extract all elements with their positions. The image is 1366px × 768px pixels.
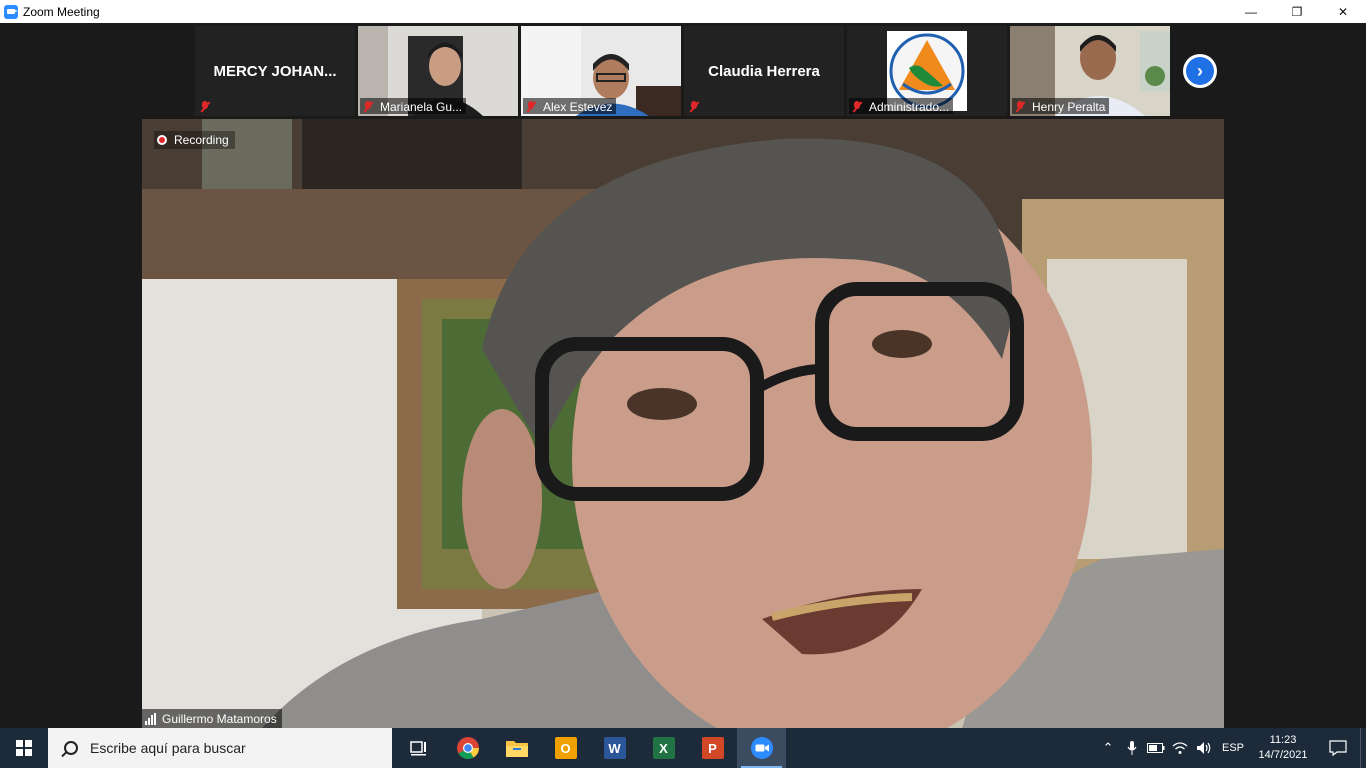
- mic-muted-icon: [688, 100, 700, 113]
- powerpoint-button[interactable]: P: [688, 728, 737, 768]
- outlook-icon: O: [554, 737, 577, 759]
- recording-icon: [157, 135, 167, 145]
- clock-time: 11:23: [1269, 734, 1297, 746]
- participant-label: Marianela Gu...: [360, 98, 467, 114]
- task-view-icon: [409, 741, 426, 756]
- microphone-icon[interactable]: [1120, 740, 1144, 756]
- window-title: Zoom Meeting: [23, 4, 100, 19]
- wifi-icon[interactable]: [1168, 741, 1192, 755]
- participant-label: [686, 98, 710, 114]
- speaker-video-frame: [142, 119, 1224, 728]
- show-hidden-icons-icon[interactable]: ⌃: [1096, 740, 1120, 756]
- participant-label: [197, 98, 221, 114]
- mic-muted-icon: [525, 100, 537, 113]
- mic-muted-icon: [1014, 100, 1026, 113]
- input-language[interactable]: ESP: [1216, 742, 1250, 754]
- chrome-icon: [456, 737, 479, 759]
- active-speaker-video[interactable]: Recording Guillermo Matamoros: [142, 119, 1224, 728]
- participant-tile[interactable]: Henry Peralta: [1010, 26, 1170, 116]
- participant-tile[interactable]: Claudia Herrera: [684, 26, 844, 116]
- excel-icon: X: [652, 737, 675, 759]
- restore-button[interactable]: ❐: [1274, 0, 1320, 23]
- recording-indicator: Recording: [154, 131, 235, 149]
- mic-muted-icon: [199, 100, 211, 113]
- start-button[interactable]: [0, 728, 48, 768]
- excel-button[interactable]: X: [639, 728, 688, 768]
- participant-tile[interactable]: Alex Estevez: [521, 26, 681, 116]
- notifications-button[interactable]: [1316, 740, 1360, 756]
- title-bar: Zoom Meeting — ❐ ✕: [0, 0, 1366, 23]
- signal-strength-icon: [145, 712, 156, 725]
- chrome-button[interactable]: [443, 728, 492, 768]
- chevron-right-icon: ›: [1186, 57, 1214, 85]
- zoom-taskbar-button[interactable]: [737, 728, 786, 768]
- file-explorer-icon: [505, 741, 528, 757]
- participant-label: Alex Estevez: [523, 98, 617, 114]
- battery-icon[interactable]: [1144, 743, 1168, 753]
- minimize-button[interactable]: —: [1228, 0, 1274, 23]
- word-button[interactable]: W: [590, 728, 639, 768]
- windows-icon: [16, 740, 32, 756]
- show-desktop-button[interactable]: [1360, 728, 1366, 768]
- search-icon: [64, 741, 78, 755]
- file-explorer-button[interactable]: [492, 728, 541, 768]
- next-page-button[interactable]: ›: [1183, 54, 1217, 88]
- participant-tile[interactable]: MERCY JOHAN...: [195, 26, 355, 116]
- taskbar: Escribe aquí para buscar O W X P ⌃ ESP 1…: [0, 728, 1366, 768]
- task-view-button[interactable]: [394, 728, 443, 768]
- taskbar-search[interactable]: Escribe aquí para buscar: [48, 728, 392, 768]
- participant-label: Administrado...: [849, 98, 954, 114]
- clock[interactable]: 11:23 14/7/2021: [1250, 733, 1316, 763]
- speaker-name-label: Guillermo Matamoros: [142, 709, 282, 728]
- zoom-icon: [750, 737, 773, 759]
- mic-muted-icon: [851, 100, 863, 113]
- participant-tile[interactable]: Administrado...: [847, 26, 1007, 116]
- powerpoint-icon: P: [701, 737, 724, 759]
- mic-muted-icon: [362, 100, 374, 113]
- system-tray: ⌃ ESP 11:23 14/7/2021: [1096, 728, 1366, 768]
- participant-label: Henry Peralta: [1012, 98, 1110, 114]
- word-icon: W: [603, 737, 626, 759]
- participant-strip: MERCY JOHAN... Marianela Gu... Alex Este…: [0, 23, 1366, 119]
- volume-icon[interactable]: [1192, 741, 1216, 755]
- notification-icon: [1329, 740, 1347, 756]
- zoom-app-icon: [4, 4, 18, 19]
- search-placeholder: Escribe aquí para buscar: [90, 740, 246, 756]
- close-button[interactable]: ✕: [1320, 0, 1366, 23]
- outlook-button[interactable]: O: [541, 728, 590, 768]
- participant-tile[interactable]: Marianela Gu...: [358, 26, 518, 116]
- clock-date: 14/7/2021: [1258, 749, 1308, 761]
